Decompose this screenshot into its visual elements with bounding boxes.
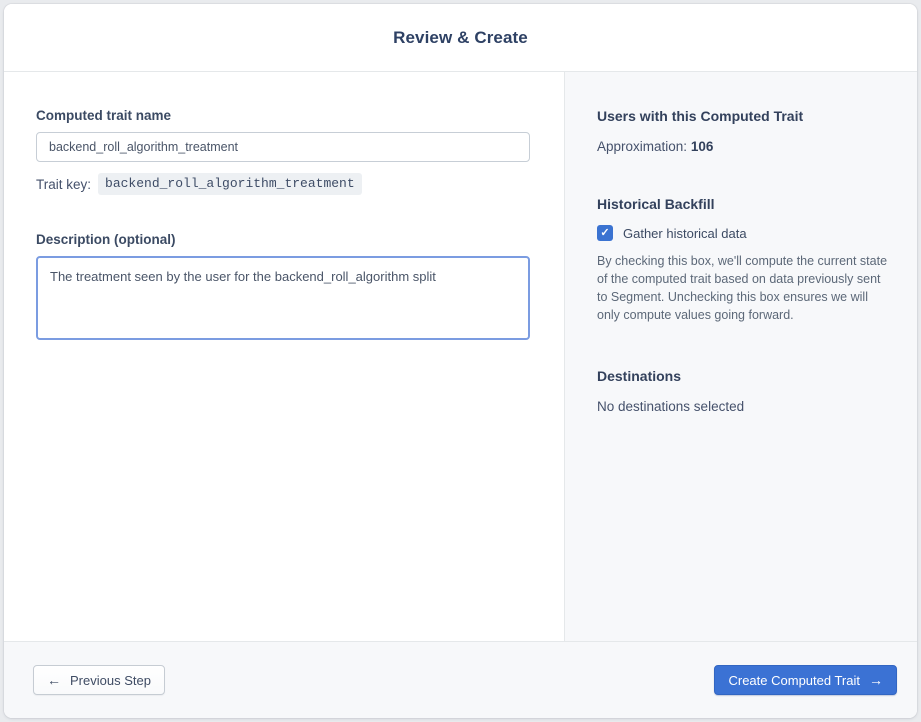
description-block: Description (optional) The treatment see… — [36, 232, 564, 340]
approximation-value: 106 — [690, 139, 714, 154]
trait-name-label: Computed trait name — [36, 108, 172, 123]
checkbox-checked-icon[interactable]: ✓ — [597, 225, 613, 241]
trait-key-label: Trait key: — [36, 176, 92, 192]
approximation-label: Approximation: — [597, 139, 688, 154]
dialog-body: Computed trait name Trait key: backend_r… — [4, 72, 917, 641]
trait-key-row: Trait key: backend_roll_algorithm_treatm… — [36, 173, 564, 195]
previous-step-label: Previous Step — [70, 672, 151, 688]
create-computed-trait-button[interactable]: Create Computed Trait → — [714, 665, 897, 695]
summary-sidebar: Users with this Computed Trait Approxima… — [564, 72, 917, 641]
backfill-description: By checking this box, we'll compute the … — [597, 254, 888, 322]
gather-historical-checkbox[interactable]: ✓ Gather historical data — [597, 225, 885, 241]
review-create-dialog: Review & Create Computed trait name Trai… — [4, 4, 917, 718]
backfill-heading: Historical Backfill — [597, 196, 715, 212]
approximation-row: Approximation: 106 — [597, 139, 885, 154]
back-arrow-icon: ← — [47, 672, 61, 688]
previous-step-button[interactable]: ← Previous Step — [33, 665, 165, 695]
description-label: Description (optional) — [36, 232, 176, 247]
page-title: Review & Create — [393, 27, 528, 47]
destinations-empty-text: No destinations selected — [597, 399, 745, 414]
description-textarea[interactable]: The treatment seen by the user for the b… — [36, 256, 530, 340]
gather-historical-label: Gather historical data — [623, 225, 747, 241]
users-heading: Users with this Computed Trait — [597, 108, 804, 124]
trait-name-input[interactable] — [36, 132, 530, 162]
trait-form-pane: Computed trait name Trait key: backend_r… — [4, 72, 564, 641]
dialog-header: Review & Create — [4, 4, 917, 72]
dialog-footer: ← Previous Step Create Computed Trait → — [4, 641, 917, 718]
create-computed-trait-label: Create Computed Trait — [728, 672, 860, 688]
check-icon: ✓ — [600, 226, 610, 239]
destinations-heading: Destinations — [597, 368, 682, 384]
forward-arrow-icon: → — [869, 672, 883, 688]
trait-key-badge: backend_roll_algorithm_treatment — [98, 173, 362, 195]
